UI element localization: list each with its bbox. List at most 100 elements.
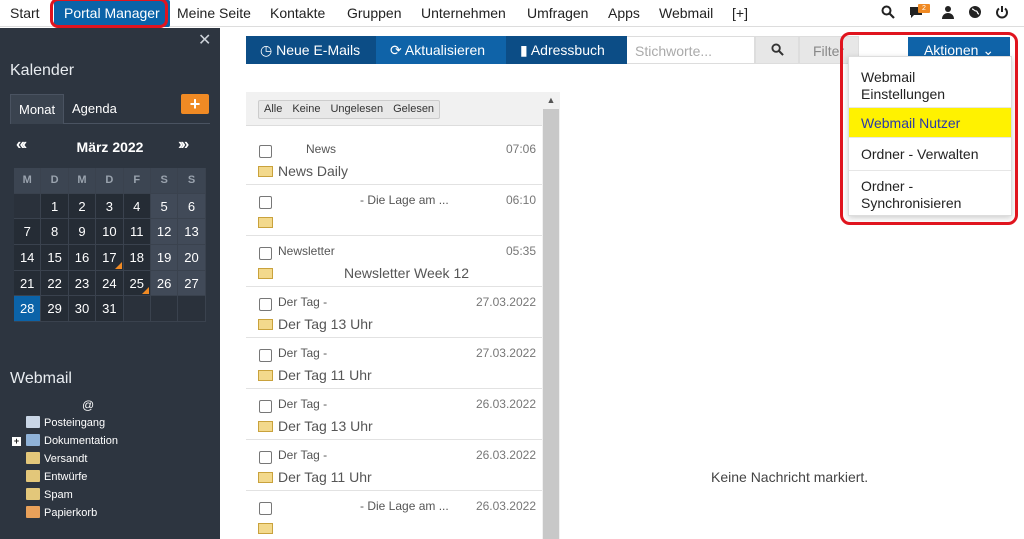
mail-checkbox[interactable] (259, 349, 272, 362)
calendar-day[interactable]: 20 (178, 245, 206, 271)
calendar-day[interactable]: 14 (14, 245, 42, 271)
calendar-day[interactable]: 10 (96, 219, 124, 246)
mail-row[interactable]: News 07:06 News Daily (246, 134, 542, 185)
nav-add[interactable]: [+] (732, 0, 748, 27)
search-input[interactable]: Stichworte... (627, 36, 755, 64)
calendar-day[interactable]: 3 (96, 193, 124, 220)
calendar-day[interactable]: 28 (14, 296, 42, 323)
calendar-day[interactable]: 6 (178, 193, 206, 220)
calendar-empty-cell (14, 193, 42, 220)
calendar-day[interactable]: 11 (123, 219, 151, 246)
notification-badge: 2 (918, 4, 930, 13)
calendar-day[interactable]: 23 (68, 270, 97, 297)
calendar-day[interactable]: 22 (41, 270, 69, 297)
mail-row[interactable]: Der Tag - 26.03.2022 Der Tag 11 Uhr (246, 440, 542, 491)
nav-gruppen[interactable]: Gruppen (347, 0, 401, 27)
mail-row[interactable]: Der Tag - 27.03.2022 Der Tag 13 Uhr (246, 287, 542, 338)
nav-meine-seite[interactable]: Meine Seite (177, 0, 251, 27)
calendar-day[interactable]: 31 (96, 296, 124, 323)
calendar-day[interactable]: 9 (68, 219, 97, 246)
filter-read[interactable]: Gelesen (388, 101, 439, 118)
search-button[interactable] (755, 36, 799, 64)
filter-all[interactable]: Alle (259, 101, 287, 118)
calendar-day[interactable]: 8 (41, 219, 69, 246)
mail-checkbox[interactable] (259, 451, 272, 464)
envelope-icon (258, 268, 273, 279)
calendar-day[interactable]: 26 (150, 270, 179, 297)
calendar-day[interactable]: 25 (123, 270, 151, 297)
new-mails-button[interactable]: ◷ Neue E-Mails (246, 36, 376, 64)
folder-dokumentation[interactable]: Dokumentation (26, 434, 118, 450)
power-icon[interactable] (994, 5, 1010, 21)
folder-versandt[interactable]: Versandt (26, 452, 87, 468)
prev-month-icon[interactable]: «‹ (16, 136, 27, 154)
nav-kontakte[interactable]: Kontakte (270, 0, 325, 27)
expand-icon[interactable]: + (12, 437, 21, 446)
tab-month[interactable]: Monat (10, 94, 65, 124)
calendar-day[interactable]: 21 (14, 270, 42, 297)
mail-row[interactable]: Der Tag - 26.03.2022 Der Tag 13 Uhr (246, 389, 542, 440)
account-label[interactable]: @ (82, 398, 94, 412)
filter-unread[interactable]: Ungelesen (325, 101, 388, 118)
mail-row[interactable]: - Die Lage am ... 06:10 (246, 185, 542, 236)
folder-papierkorb[interactable]: Papierkorb (26, 506, 97, 522)
weekday-label: M (14, 168, 42, 194)
calendar-day[interactable]: 13 (178, 219, 206, 246)
nav-unternehmen[interactable]: Unternehmen (421, 0, 506, 27)
folder-posteingang[interactable]: Posteingang (26, 416, 105, 432)
mail-checkbox[interactable] (259, 400, 272, 413)
nav-apps[interactable]: Apps (608, 0, 640, 27)
calendar-day[interactable]: 16 (68, 245, 97, 271)
nav-umfragen[interactable]: Umfragen (527, 0, 588, 27)
mail-checkbox[interactable] (259, 298, 272, 311)
calendar-day[interactable]: 17 (96, 245, 124, 271)
mail-list: Alle Keine Ungelesen Gelesen ▲ News 07:06… (246, 92, 560, 539)
calendar-grid: M D M D F S S 1 2 3 4 5 6 7 8 9 10 11 12 13 14 15 16 17 18 19 20 21… (14, 168, 206, 323)
calendar-day[interactable]: 1 (41, 193, 69, 220)
close-icon[interactable]: ✕ (198, 30, 211, 50)
mail-checkbox[interactable] (259, 196, 272, 209)
mail-row[interactable]: Newsletter 05:35 Newsletter Week 12 (246, 236, 542, 287)
search-zoom-icon[interactable] (880, 5, 896, 21)
folder-spam[interactable]: Spam (26, 488, 73, 504)
scroll-thumb[interactable] (543, 109, 559, 539)
calendar-tabs: Monat Agenda (10, 94, 210, 124)
tab-agenda[interactable]: Agenda (64, 94, 125, 124)
next-month-icon[interactable]: ›» (178, 136, 189, 154)
calendar-day[interactable]: 12 (150, 219, 179, 246)
calendar-day[interactable]: 27 (178, 270, 206, 297)
calendar-day[interactable]: 19 (150, 245, 179, 271)
mail-subject: Der Tag 13 Uhr (278, 316, 373, 332)
calendar-day[interactable]: 24 (96, 270, 124, 297)
calendar-day[interactable]: 7 (14, 219, 42, 246)
mail-row[interactable]: Der Tag - 27.03.2022 Der Tag 11 Uhr (246, 338, 542, 389)
filter-none[interactable]: Keine (287, 101, 325, 118)
calendar-day[interactable]: 18 (123, 245, 151, 271)
scrollbar[interactable]: ▲ (542, 92, 560, 539)
mail-time: 27.03.2022 (475, 346, 536, 360)
calendar-day[interactable]: 29 (41, 296, 69, 323)
clock-icon: ◷ (260, 42, 273, 58)
calendar-day[interactable]: 30 (68, 296, 97, 323)
addressbook-button[interactable]: ▮ Adressbuch (506, 36, 627, 64)
weekday-label: S (150, 168, 179, 194)
mail-row[interactable]: - Die Lage am ... 26.03.2022 (246, 491, 542, 539)
calendar-day[interactable]: 2 (68, 193, 97, 220)
folder-entwuerfe[interactable]: Entwürfe (26, 470, 87, 486)
scroll-up-icon[interactable]: ▲ (542, 92, 560, 109)
nav-start[interactable]: Start (10, 0, 40, 27)
calendar-day[interactable]: 5 (150, 193, 179, 220)
refresh-button[interactable]: ⟳ Aktualisieren (376, 36, 506, 64)
nav-webmail[interactable]: Webmail (659, 0, 713, 27)
add-event-button[interactable]: + (181, 94, 209, 114)
calendar-day[interactable]: 15 (41, 245, 69, 271)
calendar-day[interactable]: 4 (123, 193, 151, 220)
mail-checkbox[interactable] (259, 145, 272, 158)
globe-icon[interactable] (967, 5, 983, 21)
mail-checkbox[interactable] (259, 502, 272, 515)
folder-label: Entwürfe (44, 471, 88, 483)
mail-checkbox[interactable] (259, 247, 272, 260)
webmail-title: Webmail (10, 370, 72, 387)
user-icon[interactable] (940, 5, 956, 21)
envelope-icon (258, 166, 273, 177)
